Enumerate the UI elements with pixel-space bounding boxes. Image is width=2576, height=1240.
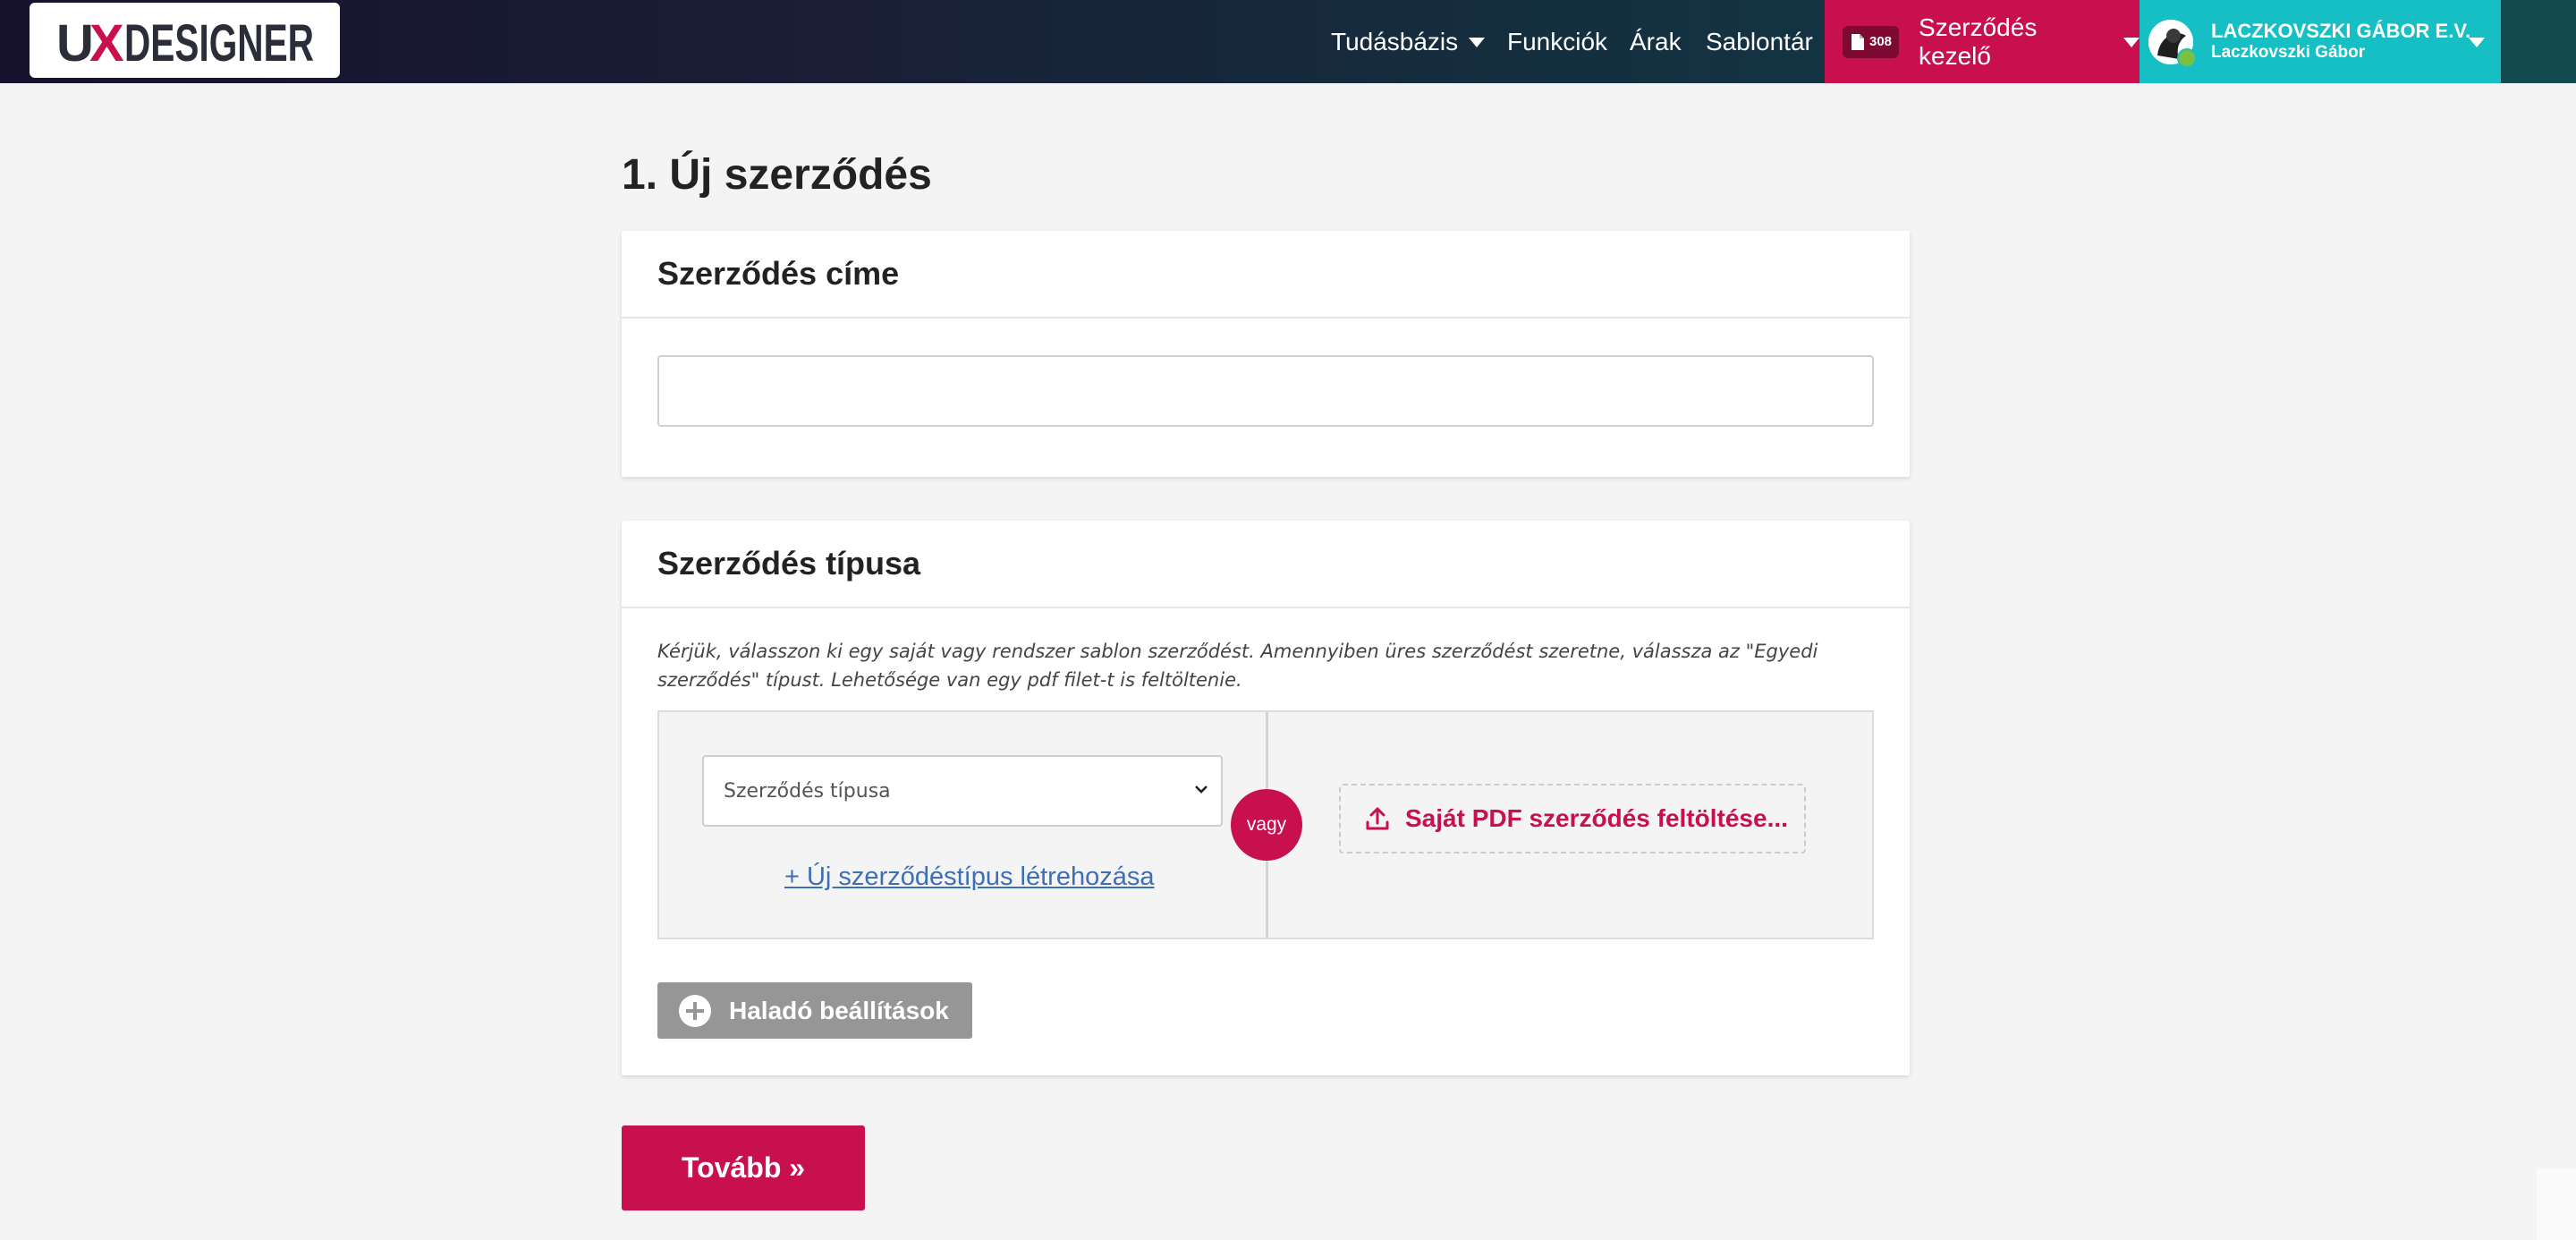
upload-pdf-button[interactable]: Saját PDF szerződés feltöltése... bbox=[1339, 784, 1806, 854]
or-separator: vagy bbox=[1231, 789, 1302, 861]
contract-title-card: Szerződés címe bbox=[622, 231, 1910, 477]
svg-text:X: X bbox=[89, 14, 124, 69]
contract-count-badge: 308 bbox=[1843, 25, 1900, 58]
page-title: 1. Új szerződés bbox=[622, 151, 932, 199]
nav-arak[interactable]: Árak bbox=[1630, 0, 1682, 83]
user-info: LACZKOVSZKI GÁBOR E.V. Laczkovszki Gábor bbox=[2211, 19, 2471, 63]
nav-tudasbazis[interactable]: Tudásbázis bbox=[1331, 0, 1486, 83]
contract-type-card: Szerződés típusa Kérjük, válasszon ki eg… bbox=[622, 521, 1910, 1075]
corner-stub bbox=[2537, 1168, 2576, 1240]
contract-count: 308 bbox=[1869, 34, 1893, 49]
contract-type-select[interactable]: Szerződés típusa bbox=[702, 755, 1223, 827]
chevron-down-icon bbox=[1195, 786, 1208, 794]
user-company: LACZKOVSZKI GÁBOR E.V. bbox=[2211, 19, 2471, 42]
nav-funkciok[interactable]: Funkciók bbox=[1507, 0, 1607, 83]
online-status-icon bbox=[2177, 47, 2197, 68]
contract-type-hint: Kérjük, válasszon ki egy saját vagy rend… bbox=[657, 641, 1818, 691]
caret-down-icon bbox=[1469, 38, 1486, 47]
svg-text:U: U bbox=[56, 14, 94, 69]
contract-title-input[interactable] bbox=[657, 355, 1874, 427]
nav-tudasbazis-label: Tudásbázis bbox=[1331, 27, 1459, 55]
caret-down-icon bbox=[2469, 38, 2485, 47]
document-icon bbox=[1852, 33, 1864, 50]
upload-icon bbox=[1366, 807, 1389, 830]
contract-manager-label: Szerződés kezelő bbox=[1919, 13, 2038, 70]
svg-text:DESIGNER: DESIGNER bbox=[124, 14, 314, 69]
next-button[interactable]: Tovább » bbox=[622, 1125, 865, 1210]
new-contract-type-link[interactable]: + Új szerződéstípus létrehozása bbox=[784, 862, 1154, 892]
contract-type-heading: Szerződés típusa bbox=[622, 521, 1910, 608]
logo-mark: U X DESIGNER bbox=[56, 14, 314, 69]
top-navigation-bar: U X DESIGNER Tudásbázis Funkciók Árak Sa… bbox=[0, 0, 2576, 83]
user-menu[interactable]: LACZKOVSZKI GÁBOR E.V. Laczkovszki Gábor bbox=[2140, 0, 2501, 83]
caret-down-icon bbox=[2123, 38, 2140, 47]
avatar bbox=[2148, 19, 2197, 68]
topbar-tail bbox=[2501, 0, 2576, 83]
contract-type-select-value: Szerződés típusa bbox=[724, 779, 891, 803]
advanced-settings-label: Haladó beállítások bbox=[729, 996, 949, 1024]
uxdesigner-logo[interactable]: U X DESIGNER bbox=[30, 3, 340, 78]
nav-sablontar[interactable]: Sablontár bbox=[1706, 0, 1813, 83]
contract-type-choice-box: Szerződés típusa + Új szerződéstípus lét… bbox=[657, 710, 1874, 939]
nav-sablontar-label: Sablontár bbox=[1706, 27, 1813, 55]
nav-arak-label: Árak bbox=[1630, 27, 1682, 55]
nav-contract-manager[interactable]: 308 Szerződés kezelő bbox=[1825, 0, 2140, 83]
contract-title-heading: Szerződés címe bbox=[622, 231, 1910, 318]
nav-funkciok-label: Funkciók bbox=[1507, 27, 1608, 55]
advanced-settings-button[interactable]: Haladó beállítások bbox=[657, 982, 972, 1039]
upload-pdf-label: Saját PDF szerződés feltöltése... bbox=[1405, 804, 1788, 832]
plus-circle-icon bbox=[679, 994, 711, 1027]
user-name: Laczkovszki Gábor bbox=[2211, 43, 2366, 63]
